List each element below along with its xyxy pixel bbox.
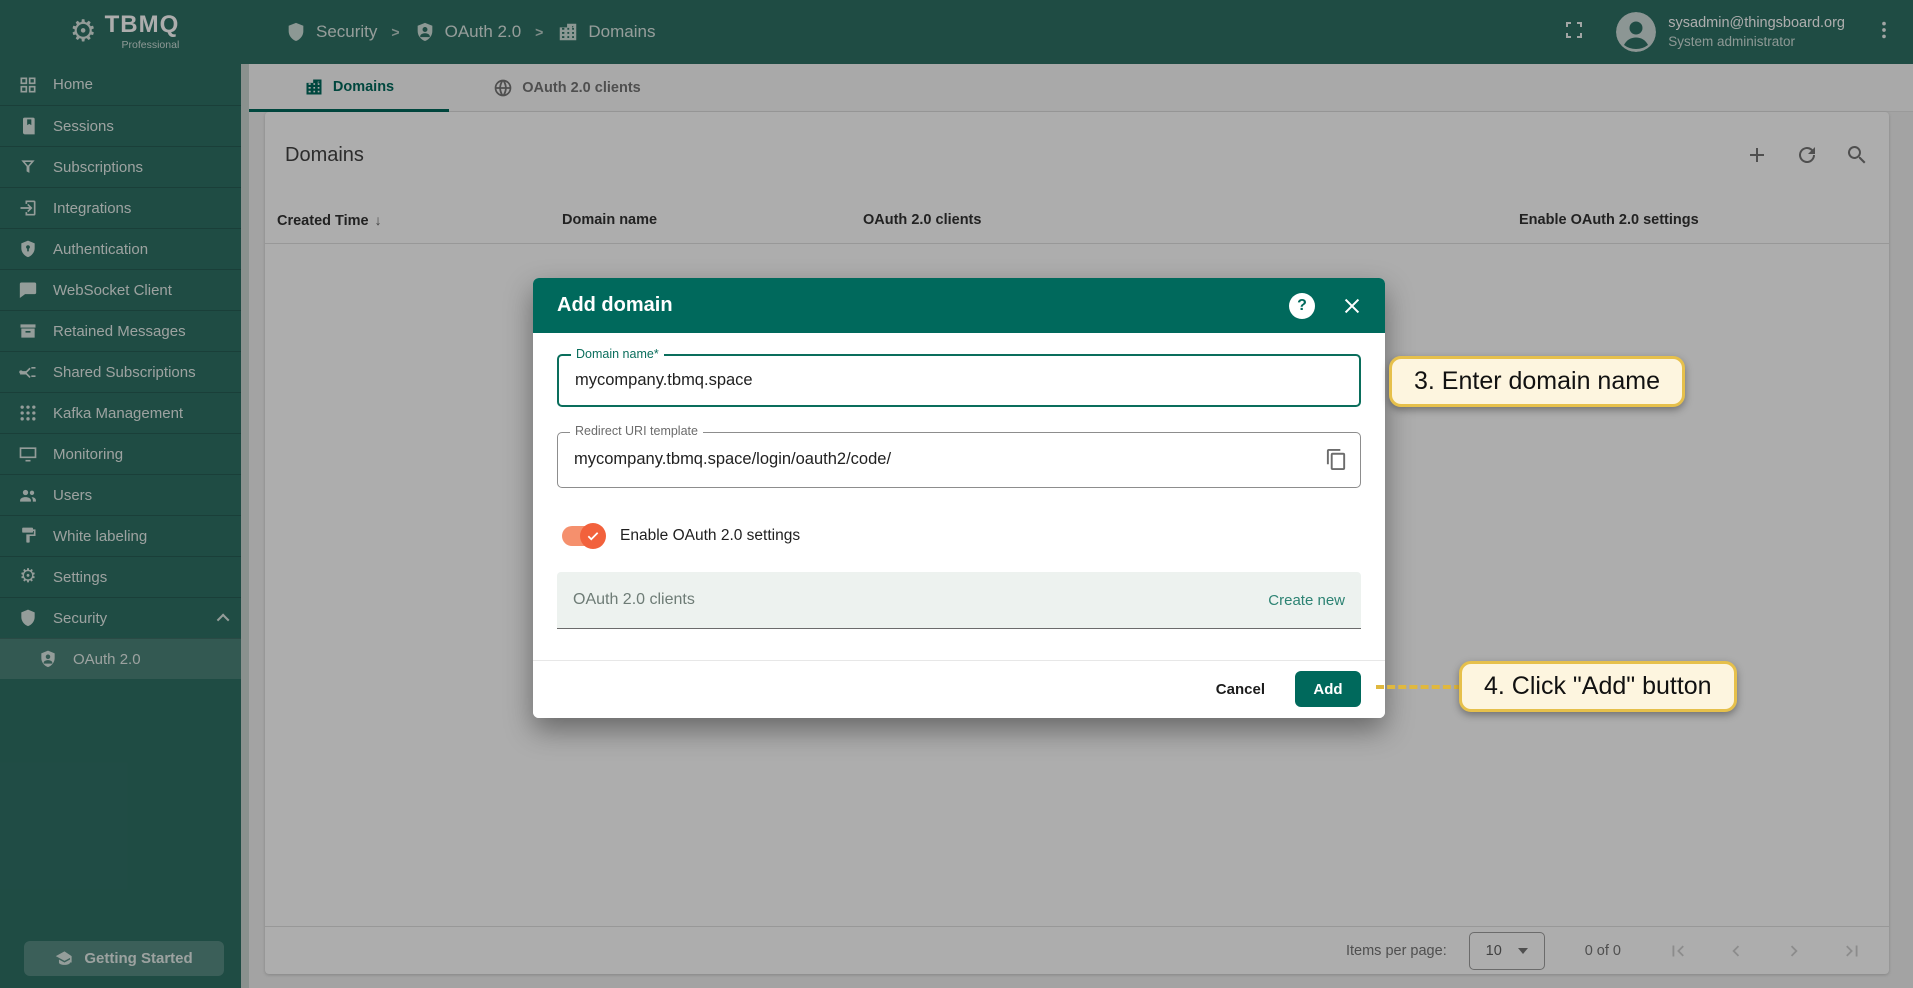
help-icon: ? xyxy=(1297,297,1307,315)
oauth-clients-label: OAuth 2.0 clients xyxy=(573,591,695,609)
dialog-title: Add domain xyxy=(557,294,673,317)
close-icon xyxy=(1341,295,1363,317)
check-icon xyxy=(586,529,600,543)
add-button[interactable]: Add xyxy=(1295,671,1361,707)
help-button[interactable]: ? xyxy=(1289,293,1315,319)
add-domain-dialog: Add domain ? Domain name* mycompany.tbmq… xyxy=(533,278,1385,718)
dialog-body: Domain name* mycompany.tbmq.space Redire… xyxy=(533,333,1385,718)
redirect-uri-input[interactable]: mycompany.tbmq.space/login/oauth2/code/ xyxy=(558,433,1360,486)
enable-oauth-toggle-row: Enable OAuth 2.0 settings xyxy=(562,522,800,550)
oauth-clients-field[interactable]: OAuth 2.0 clients Create new xyxy=(557,572,1361,629)
cancel-button[interactable]: Cancel xyxy=(1216,681,1265,698)
redirect-uri-label: Redirect URI template xyxy=(570,424,703,438)
create-new-link[interactable]: Create new xyxy=(1268,592,1345,609)
tbmq-app: ⚙ TBMQ Professional Security > OAuth 2.0… xyxy=(0,0,1913,988)
close-dialog-button[interactable] xyxy=(1341,295,1363,317)
enable-oauth-toggle[interactable] xyxy=(562,526,604,546)
redirect-uri-field[interactable]: Redirect URI template mycompany.tbmq.spa… xyxy=(557,432,1361,488)
dialog-header: Add domain ? xyxy=(533,278,1385,333)
annotation-step3: 3. Enter domain name xyxy=(1389,356,1685,407)
domain-name-field[interactable]: Domain name* mycompany.tbmq.space xyxy=(557,354,1361,407)
annotation-connector-line xyxy=(1376,685,1462,689)
domain-name-input[interactable]: mycompany.tbmq.space xyxy=(559,356,1359,405)
dialog-footer: Cancel Add xyxy=(533,660,1385,718)
copy-icon xyxy=(1325,448,1348,471)
annotation-step4: 4. Click "Add" button xyxy=(1459,661,1737,712)
enable-oauth-toggle-label: Enable OAuth 2.0 settings xyxy=(620,527,800,545)
copy-button[interactable] xyxy=(1325,448,1348,476)
domain-name-label: Domain name* xyxy=(571,347,664,361)
